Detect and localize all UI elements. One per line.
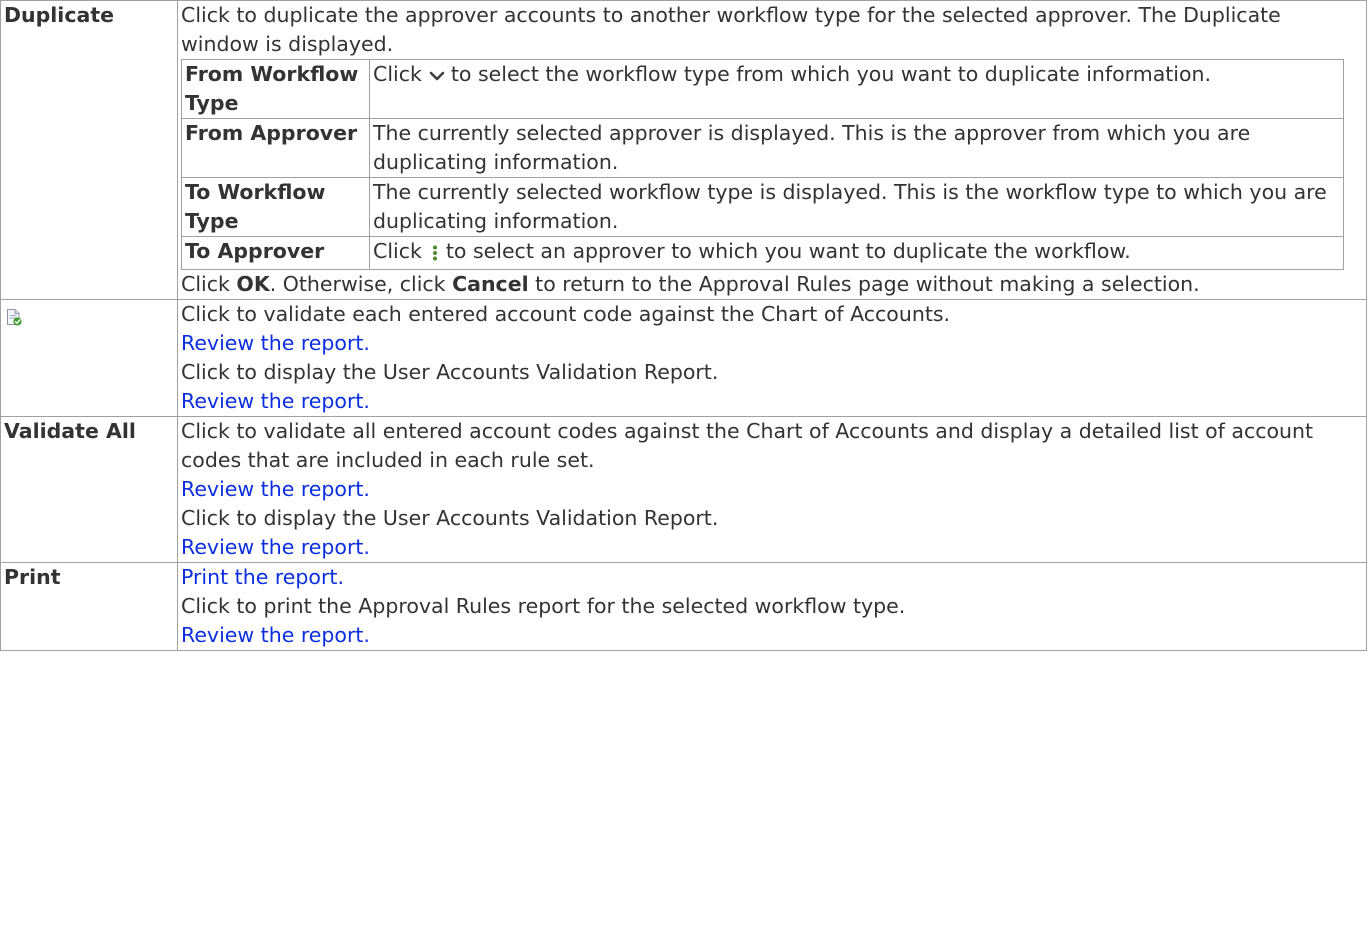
duplicate-term: Duplicate	[0, 0, 178, 300]
to-approver-term: To Approver	[181, 236, 370, 270]
validate-all-term: Validate All	[0, 416, 178, 563]
duplicate-fields-table: From Workflow Type Click to select the wo…	[181, 59, 1344, 270]
review-report-link[interactable]: Review the report.	[181, 621, 1363, 650]
validate-icon-cell	[0, 299, 178, 417]
print-desc: Print the report. Click to print the App…	[177, 562, 1367, 651]
footer-rest-text: to return to the Approval Rules page wit…	[535, 272, 1200, 296]
to-workflow-type-desc: The currently selected workflow type is …	[369, 177, 1344, 237]
from-approver-term: From Approver	[181, 118, 370, 178]
from-workflow-type-instructions: to select the workflow type from which y…	[450, 62, 1212, 86]
validate-icon-desc: Click to validate each entered account c…	[177, 299, 1367, 417]
validate-all-line-1: Click to validate all entered account co…	[181, 419, 1314, 472]
footer-click-text: Click	[181, 272, 230, 296]
row-duplicate: Duplicate Click to duplicate the approve…	[0, 0, 1367, 300]
review-report-link[interactable]: Review the report.	[181, 329, 1363, 358]
click-label: Click	[373, 62, 422, 86]
duplicate-description: Click to duplicate the approver accounts…	[181, 3, 1281, 56]
validate-report-icon[interactable]	[6, 305, 174, 334]
chevron-down-icon	[429, 61, 445, 90]
validate-line-1: Click to validate each entered account c…	[181, 302, 951, 326]
row-validate-all: Validate All Click to validate all enter…	[0, 416, 1367, 563]
row-from-approver: From Approver The currently selected app…	[181, 118, 1344, 178]
ok-label: OK	[236, 272, 270, 296]
buttons-table: Duplicate Click to duplicate the approve…	[0, 0, 1367, 651]
validate-all-line-2: Click to display the User Accounts Valid…	[181, 506, 719, 530]
cancel-label: Cancel	[452, 272, 529, 296]
review-report-link[interactable]: Review the report.	[181, 533, 1363, 562]
click-label: Click	[373, 239, 422, 263]
duplicate-description-cell: Click to duplicate the approver accounts…	[177, 0, 1367, 300]
review-report-link[interactable]: Review the report.	[181, 387, 1363, 416]
to-approver-desc: Click to select an approver to which you …	[369, 236, 1344, 270]
validate-line-2: Click to display the User Accounts Valid…	[181, 360, 719, 384]
review-report-link[interactable]: Review the report.	[181, 475, 1363, 504]
row-from-workflow-type: From Workflow Type Click to select the wo…	[181, 59, 1344, 119]
print-report-link[interactable]: Print the report.	[181, 563, 1363, 592]
from-approver-desc: The currently selected approver is displ…	[369, 118, 1344, 178]
print-term: Print	[0, 562, 178, 651]
row-to-workflow-type: To Workflow Type The currently selected …	[181, 177, 1344, 237]
print-line: Click to print the Approval Rules report…	[181, 594, 906, 618]
row-validate-icon: Click to validate each entered account c…	[0, 299, 1367, 417]
footer-otherwise-text: . Otherwise, click	[269, 272, 446, 296]
to-workflow-type-term: To Workflow Type	[181, 177, 370, 237]
from-workflow-type-term: From Workflow Type	[181, 59, 370, 119]
kebab-menu-icon	[432, 240, 438, 269]
to-approver-instructions: to select an approver to which you want …	[445, 239, 1131, 263]
duplicate-footer: Click OK. Otherwise, click Cancel to ret…	[181, 270, 1363, 299]
row-print: Print Print the report. Click to print t…	[0, 562, 1367, 651]
row-to-approver: To Approver Click to select an approver t…	[181, 236, 1344, 270]
validate-all-desc: Click to validate all entered account co…	[177, 416, 1367, 563]
from-workflow-type-desc: Click to select the workflow type from wh…	[369, 59, 1344, 119]
